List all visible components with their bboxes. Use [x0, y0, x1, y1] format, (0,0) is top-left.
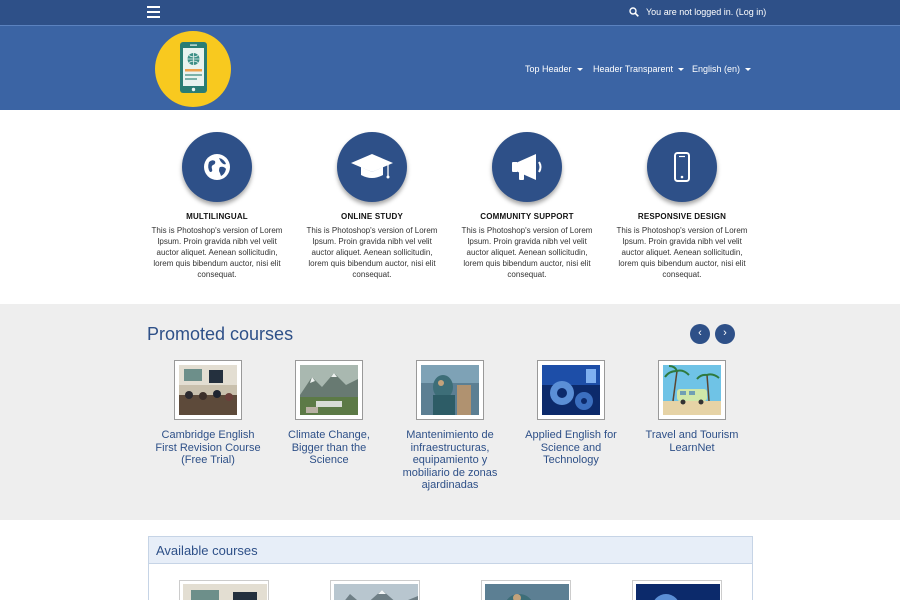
globe-icon — [204, 154, 230, 180]
feature-icon-circle — [647, 132, 717, 202]
feature-multilingual: MULTILINGUAL This is Photoshop's version… — [147, 132, 287, 280]
feature-community-support: COMMUNITY SUPPORT This is Photoshop's ve… — [457, 132, 597, 280]
caret-down-icon — [678, 68, 685, 72]
available-course-thumbnail[interactable] — [632, 580, 722, 600]
statue-image — [421, 365, 479, 415]
statue-image — [485, 584, 569, 600]
megaphone-icon — [512, 154, 542, 180]
promoted-course-card[interactable]: Mantenimiento de infraestructuras, equip… — [395, 360, 505, 492]
carousel-next-button[interactable]: › — [715, 324, 735, 344]
menu-top-header-label: Top Header — [525, 64, 572, 74]
site-logo[interactable] — [155, 31, 231, 107]
course-thumbnail[interactable] — [416, 360, 484, 420]
top-navbar: You are not logged in. (Log in) — [0, 0, 900, 25]
classroom-image — [179, 365, 237, 415]
course-thumbnail[interactable] — [295, 360, 363, 420]
promoted-course-card[interactable]: Climate Change, Bigger than the Science — [274, 360, 384, 467]
hamburger-menu-icon[interactable] — [147, 6, 160, 18]
login-suffix: ) — [763, 7, 767, 17]
feature-text: This is Photoshop's version of Lorem Ips… — [306, 226, 438, 279]
course-title[interactable]: Mantenimiento de infraestructuras, equip… — [395, 429, 505, 492]
course-title[interactable]: Climate Change, Bigger than the Science — [274, 429, 384, 467]
caret-down-icon — [576, 68, 583, 72]
mountain-landscape-image — [300, 365, 358, 415]
available-course-thumbnail[interactable] — [330, 580, 420, 600]
gears-image — [636, 584, 720, 600]
site-header: Top Header Header Transparent English (e… — [0, 25, 900, 110]
menu-header-transparent[interactable]: Header Transparent — [593, 64, 685, 74]
promoted-course-card[interactable]: Applied English for Science and Technolo… — [516, 360, 626, 467]
classroom-image — [183, 584, 267, 600]
beach-van-image — [663, 365, 721, 415]
course-thumbnail[interactable] — [174, 360, 242, 420]
caret-down-icon — [745, 68, 752, 72]
feature-title: RESPONSIVE DESIGN — [637, 212, 727, 221]
login-prefix: You are not logged in. ( — [646, 7, 739, 17]
feature-text: This is Photoshop's version of Lorem Ips… — [151, 226, 283, 279]
available-courses-title: Available courses — [156, 543, 258, 558]
phone-globe-logo — [180, 42, 207, 93]
available-courses-header: Available courses — [149, 537, 752, 564]
search-icon[interactable] — [629, 7, 639, 17]
course-thumbnail[interactable] — [658, 360, 726, 420]
carousel-prev-button[interactable]: ‹ — [690, 324, 710, 344]
feature-icon-circle — [182, 132, 252, 202]
course-title[interactable]: Cambridge English First Revision Course … — [153, 429, 263, 467]
available-course-thumbnail[interactable] — [481, 580, 571, 600]
menu-language-label: English (en) — [692, 64, 741, 74]
mobile-phone-icon — [674, 152, 690, 182]
promoted-courses-title: Promoted courses — [147, 324, 294, 344]
mountain-landscape-image — [334, 584, 418, 600]
feature-online-study: ONLINE STUDY This is Photoshop's version… — [302, 132, 442, 280]
feature-text: This is Photoshop's version of Lorem Ips… — [461, 226, 593, 279]
promoted-courses-section: Promoted courses ‹ › Cambridge English F… — [0, 304, 900, 520]
feature-responsive-design: RESPONSIVE DESIGN This is Photoshop's ve… — [612, 132, 752, 280]
promoted-course-card[interactable]: Travel and Tourism LearnNet — [637, 360, 747, 454]
available-courses-section: Available courses — [148, 536, 753, 600]
course-title[interactable]: Travel and Tourism LearnNet — [637, 429, 747, 454]
feature-title: ONLINE STUDY — [341, 212, 403, 221]
course-thumbnail[interactable] — [537, 360, 605, 420]
feature-icon-circle — [492, 132, 562, 202]
promoted-course-card[interactable]: Cambridge English First Revision Course … — [153, 360, 263, 467]
feature-title: MULTILINGUAL — [186, 212, 248, 221]
login-link[interactable]: Log in — [739, 7, 764, 17]
graduation-cap-icon — [351, 154, 393, 179]
menu-header-transparent-label: Header Transparent — [593, 64, 674, 74]
feature-text: This is Photoshop's version of Lorem Ips… — [616, 226, 748, 279]
feature-title: COMMUNITY SUPPORT — [480, 212, 574, 221]
available-course-thumbnail[interactable] — [179, 580, 269, 600]
feature-icon-circle — [337, 132, 407, 202]
course-title[interactable]: Applied English for Science and Technolo… — [516, 429, 626, 467]
menu-language[interactable]: English (en) — [692, 64, 752, 74]
menu-top-header[interactable]: Top Header — [525, 64, 583, 74]
gears-image — [542, 365, 600, 415]
login-status: You are not logged in. (Log in) — [646, 7, 766, 17]
